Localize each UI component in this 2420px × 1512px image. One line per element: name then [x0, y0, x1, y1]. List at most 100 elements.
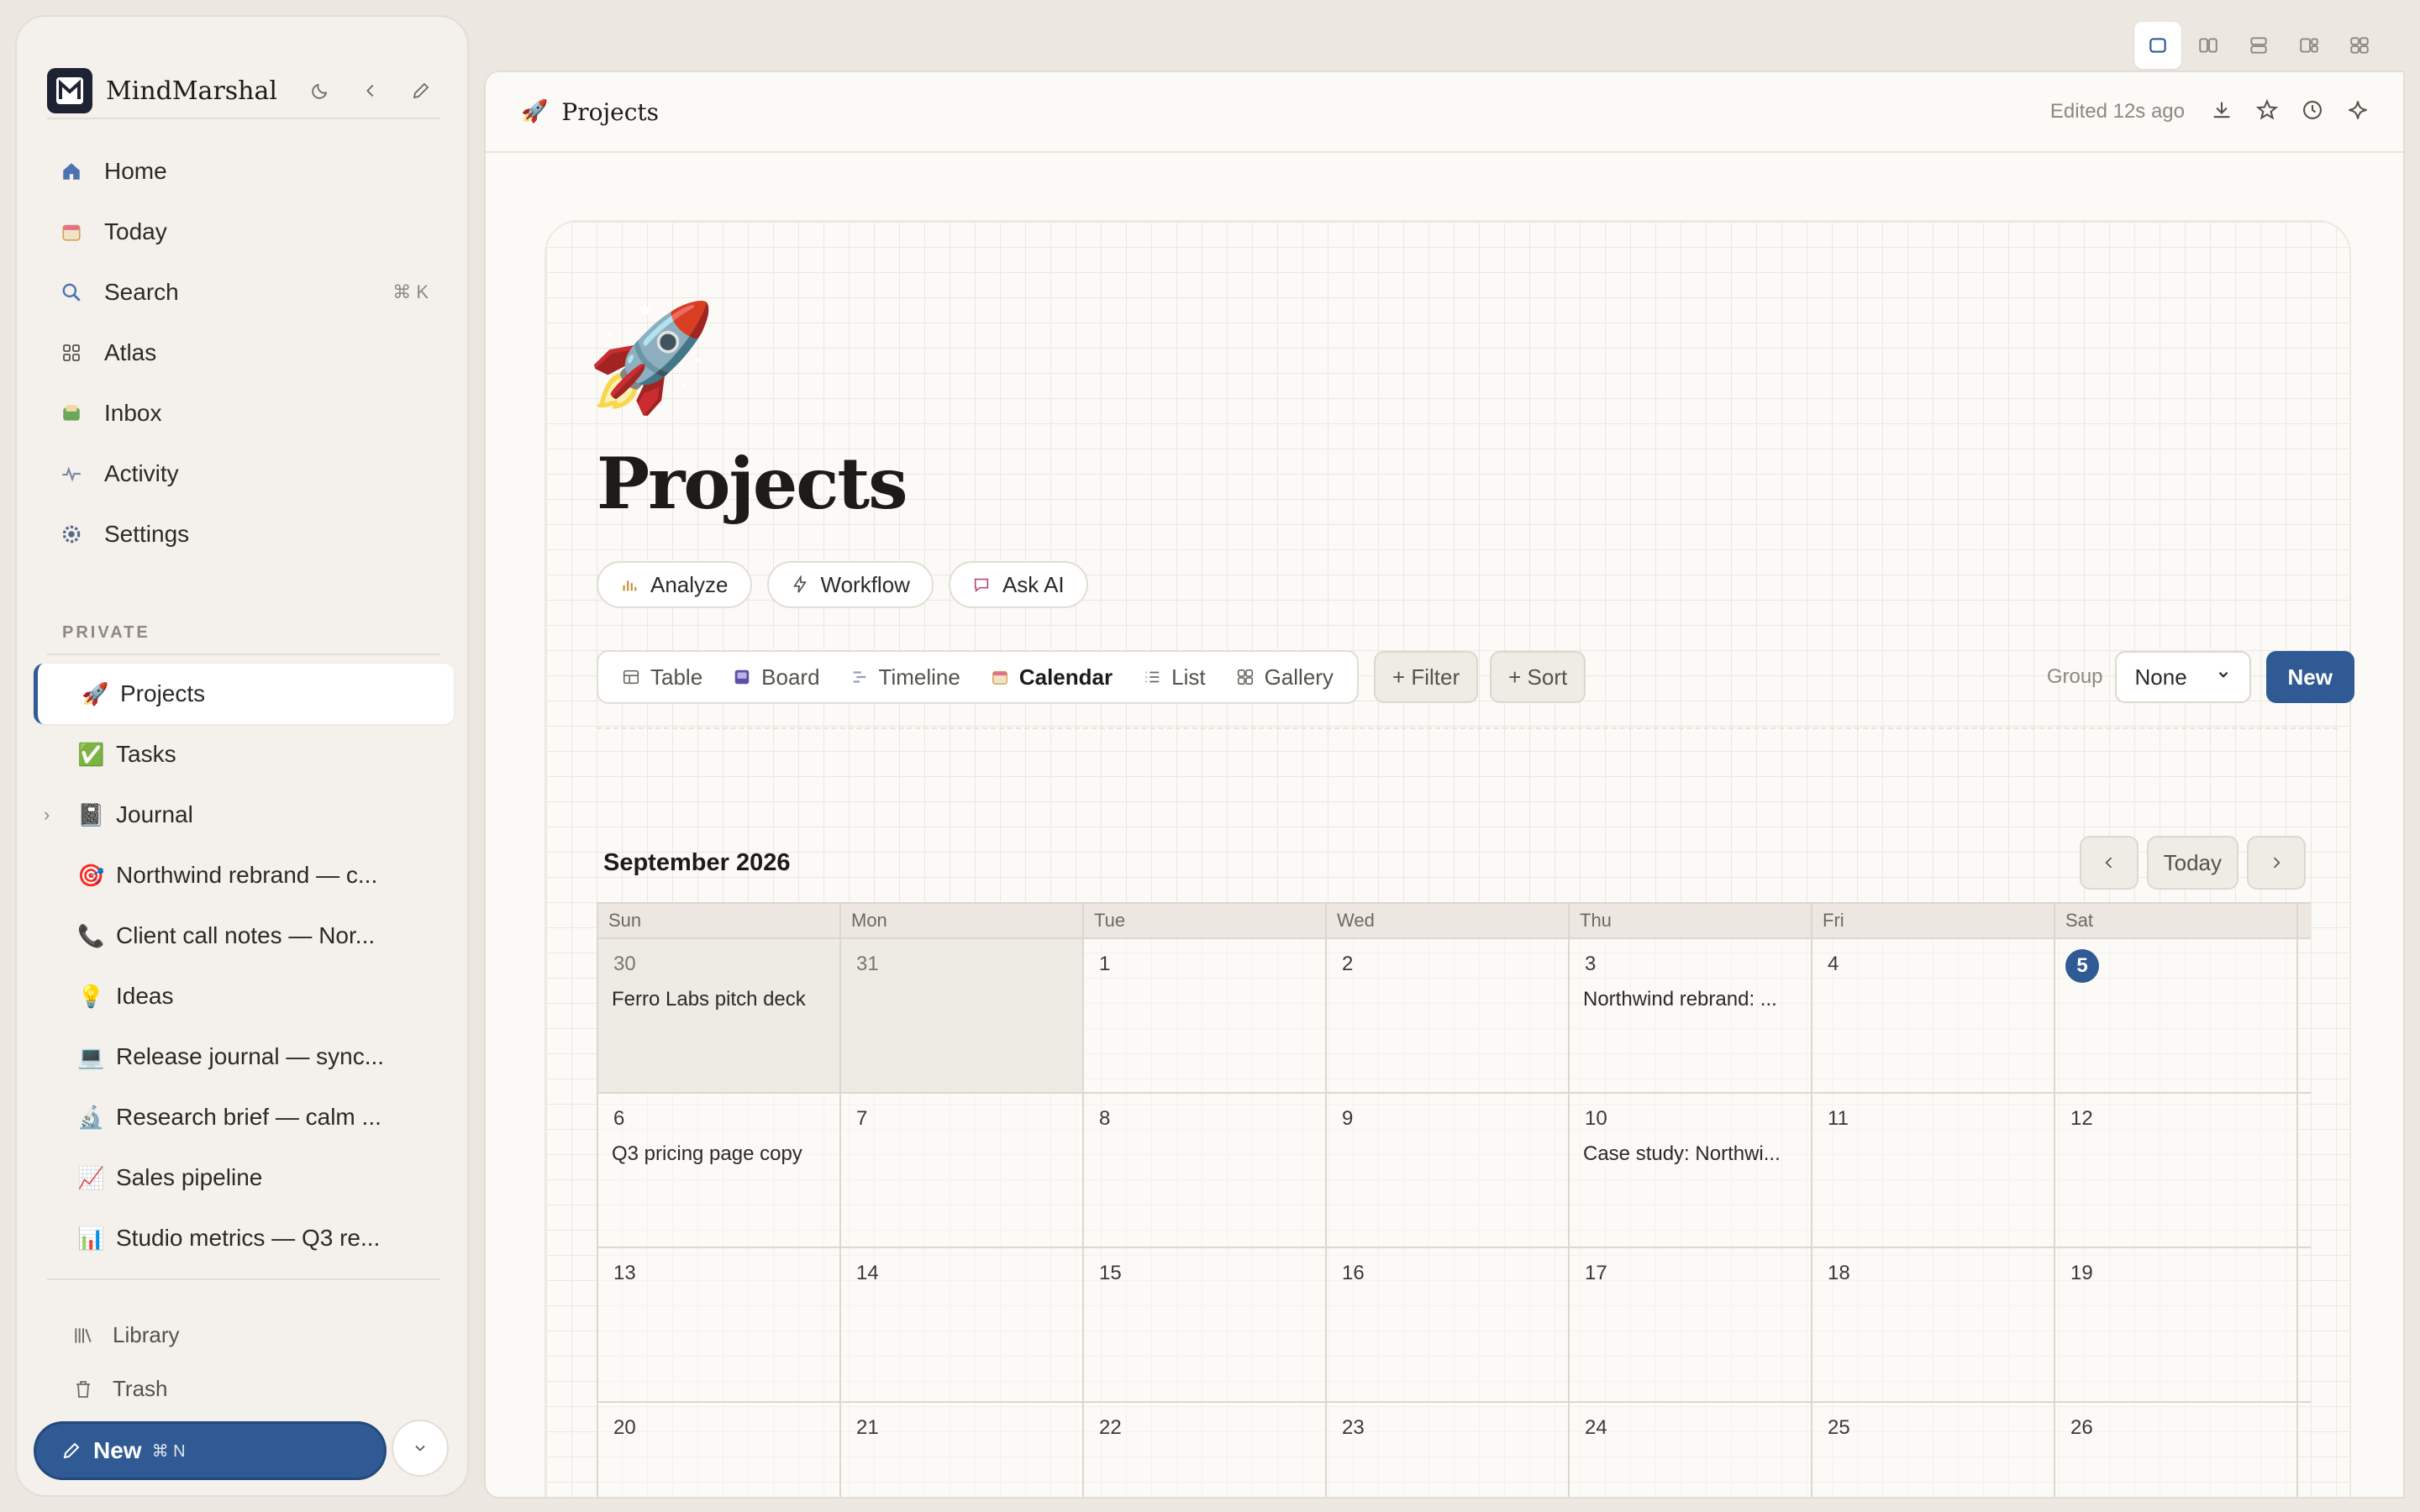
- day-number: 14: [856, 1262, 879, 1284]
- day-number: 19: [2070, 1262, 2093, 1284]
- day-number: 30: [613, 953, 636, 975]
- calendar-day[interactable]: 22: [1084, 1403, 1327, 1497]
- calendar-day[interactable]: 1: [1084, 939, 1327, 1092]
- calendar-day[interactable]: 26: [2055, 1403, 2298, 1497]
- day-number: 12: [2070, 1107, 2093, 1130]
- single-pane-icon[interactable]: [2134, 22, 2181, 69]
- page-item-northwind-rebrand[interactable]: 🎯 Northwind rebrand — c...: [34, 845, 454, 906]
- calendar-day[interactable]: 15: [1084, 1248, 1327, 1401]
- sort-button[interactable]: + Sort: [1490, 651, 1586, 703]
- nav-settings[interactable]: Settings: [35, 504, 452, 564]
- calendar-event[interactable]: Case study: Northwi...: [1583, 1142, 1800, 1166]
- sidebar-new-button[interactable]: New ⌘ N: [34, 1421, 387, 1480]
- calendar-day[interactable]: 21: [841, 1403, 1084, 1497]
- collapse-sidebar-icon[interactable]: [351, 71, 390, 110]
- calendar-day[interactable]: 23: [1327, 1403, 1570, 1497]
- section-label-private: PRIVATE: [62, 623, 150, 642]
- day-number: 18: [1828, 1262, 1850, 1284]
- split-horizontal-icon[interactable]: [2235, 22, 2282, 69]
- app-logo[interactable]: [47, 68, 92, 113]
- nav-atlas[interactable]: Atlas: [35, 323, 452, 383]
- nav-search[interactable]: Search ⌘ K: [35, 262, 452, 323]
- calendar-day[interactable]: 3 Northwind rebrand: ...: [1570, 939, 1812, 1092]
- weekday-label: Sun: [598, 904, 841, 937]
- calendar-day[interactable]: 25: [1812, 1403, 2055, 1497]
- breadcrumb[interactable]: 🚀 Projects: [521, 98, 659, 126]
- calendar-day[interactable]: 24: [1570, 1403, 1812, 1497]
- calendar-day[interactable]: 11: [1812, 1094, 2055, 1247]
- calendar-day[interactable]: 8: [1084, 1094, 1327, 1247]
- today-button[interactable]: Today: [2146, 836, 2238, 890]
- page-item-studio-metrics[interactable]: 📊 Studio metrics — Q3 re...: [34, 1208, 454, 1268]
- page-item-ideas[interactable]: 💡 Ideas: [34, 966, 454, 1026]
- calendar-day[interactable]: 2: [1327, 939, 1570, 1092]
- calendar-month: September 2026: [603, 848, 791, 876]
- calendar-day[interactable]: 10 Case study: Northwi...: [1570, 1094, 1812, 1247]
- page-title[interactable]: Projects: [597, 442, 908, 525]
- new-record-button[interactable]: New: [2265, 651, 2354, 703]
- page-item-projects[interactable]: 🚀 Projects: [34, 664, 454, 724]
- lightning-icon: [791, 575, 809, 594]
- calendar-day[interactable]: 18: [1812, 1248, 2055, 1401]
- calendar-day[interactable]: 30 Ferro Labs pitch deck: [598, 939, 841, 1092]
- calendar-day[interactable]: 19: [2055, 1248, 2298, 1401]
- tab-calendar[interactable]: Calendar: [976, 655, 1128, 699]
- workflow-button[interactable]: Workflow: [766, 561, 934, 608]
- calendar-day[interactable]: 6 Q3 pricing page copy: [598, 1094, 841, 1247]
- analyze-label: Analyze: [650, 571, 729, 597]
- next-month-button[interactable]: [2247, 836, 2306, 890]
- trash-link[interactable]: Trash: [71, 1376, 168, 1402]
- new-options-button[interactable]: [392, 1420, 449, 1477]
- chevron-down-icon: [415, 1445, 425, 1452]
- page-item-release-journal[interactable]: 💻 Release journal — sync...: [34, 1026, 454, 1087]
- nav-today[interactable]: Today: [35, 202, 452, 262]
- tab-timeline[interactable]: Timeline: [835, 655, 976, 699]
- calendar-day[interactable]: 13: [598, 1248, 841, 1401]
- download-icon[interactable]: [2210, 98, 2233, 126]
- history-icon[interactable]: [2301, 98, 2324, 126]
- page-rocket-icon[interactable]: 🚀: [587, 306, 716, 410]
- calendar-day[interactable]: 7: [841, 1094, 1084, 1247]
- tab-gallery[interactable]: Gallery: [1221, 655, 1349, 699]
- page-item-tasks[interactable]: ✅ Tasks: [34, 724, 454, 785]
- nav-label: Settings: [104, 521, 190, 547]
- previous-month-button[interactable]: [2079, 836, 2139, 890]
- analyze-button[interactable]: Analyze: [597, 561, 752, 608]
- weekday-label: Wed: [1327, 904, 1570, 937]
- page-item-sales-pipeline[interactable]: 📈 Sales pipeline: [34, 1147, 454, 1208]
- tab-board[interactable]: Board: [718, 655, 834, 699]
- calendar-day[interactable]: 5: [2055, 939, 2298, 1092]
- page-item-client-call-notes[interactable]: 📞 Client call notes — Nor...: [34, 906, 454, 966]
- calendar-event[interactable]: Ferro Labs pitch deck: [612, 988, 829, 1011]
- tab-list[interactable]: List: [1128, 655, 1220, 699]
- star-icon[interactable]: [2255, 98, 2279, 126]
- nav-inbox[interactable]: Inbox: [35, 383, 452, 444]
- ask-ai-button[interactable]: Ask AI: [948, 561, 1088, 608]
- nav-activity[interactable]: Activity: [35, 444, 452, 504]
- page-item-journal[interactable]: › 📓 Journal: [34, 785, 454, 845]
- edit-icon[interactable]: [402, 71, 440, 110]
- calendar-day[interactable]: 9: [1327, 1094, 1570, 1247]
- tab-table[interactable]: Table: [607, 655, 718, 699]
- chevron-right-icon[interactable]: ›: [44, 804, 50, 826]
- nav-home[interactable]: Home: [35, 141, 452, 202]
- filter-button[interactable]: + Filter: [1373, 651, 1479, 703]
- calendar-day[interactable]: 14: [841, 1248, 1084, 1401]
- calendar-day[interactable]: 4: [1812, 939, 2055, 1092]
- day-number: 17: [1585, 1262, 1607, 1284]
- calendar-day[interactable]: 17: [1570, 1248, 1812, 1401]
- calendar-day[interactable]: 16: [1327, 1248, 1570, 1401]
- three-pane-icon[interactable]: [2286, 22, 2333, 69]
- calendar-event[interactable]: Q3 pricing page copy: [612, 1142, 829, 1166]
- split-vertical-icon[interactable]: [2185, 22, 2232, 69]
- calendar-day[interactable]: 12: [2055, 1094, 2298, 1247]
- calendar-day[interactable]: 20: [598, 1403, 841, 1497]
- calendar-event[interactable]: Northwind rebrand: ...: [1583, 988, 1800, 1011]
- calendar-day[interactable]: 31: [841, 939, 1084, 1092]
- moon-icon[interactable]: [301, 71, 339, 110]
- library-link[interactable]: Library: [71, 1322, 179, 1348]
- four-pane-icon[interactable]: [2336, 22, 2383, 69]
- page-item-research-brief[interactable]: 🔬 Research brief — calm ...: [34, 1087, 454, 1147]
- sparkle-icon[interactable]: [2346, 98, 2370, 126]
- group-select[interactable]: None: [2114, 651, 2251, 703]
